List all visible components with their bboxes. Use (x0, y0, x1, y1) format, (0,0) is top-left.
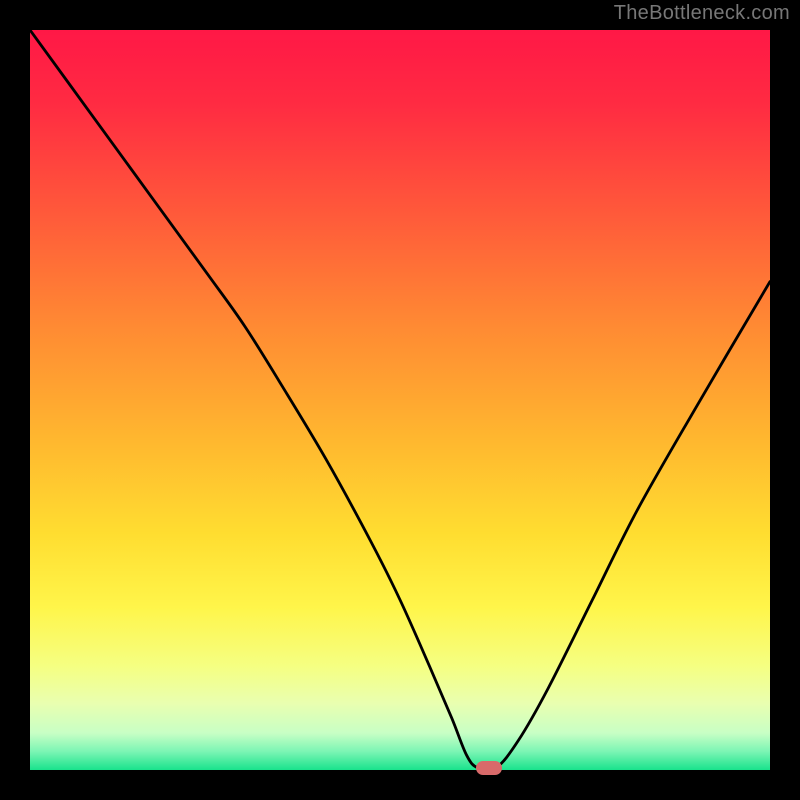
chart-frame: TheBottleneck.com (0, 0, 800, 800)
bottleneck-curve (30, 30, 770, 770)
plot-area (30, 30, 770, 770)
watermark-text: TheBottleneck.com (614, 2, 790, 25)
optimal-point-marker (476, 761, 502, 775)
